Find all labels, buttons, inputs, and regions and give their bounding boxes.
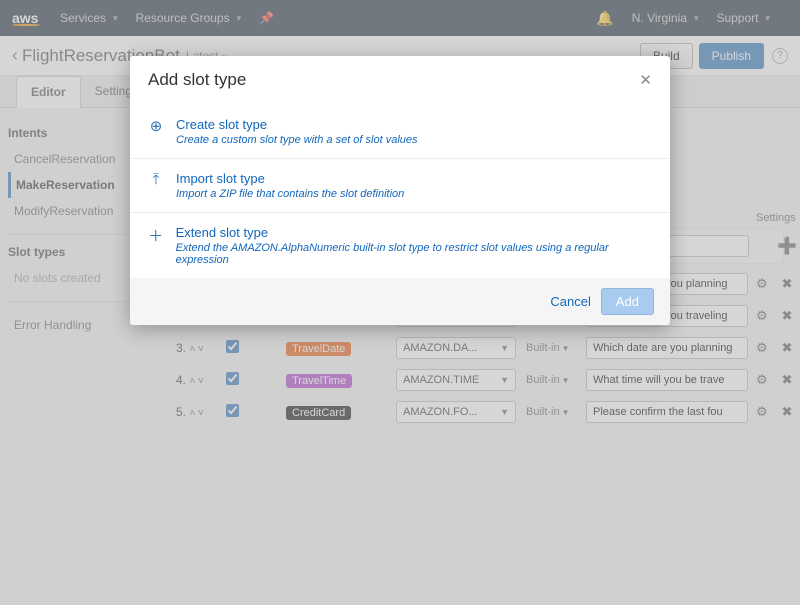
modal-overlay: Add slot type ✕ ⊕ Create slot type Creat…	[0, 0, 800, 605]
add-slot-type-modal: Add slot type ✕ ⊕ Create slot type Creat…	[130, 56, 670, 325]
cancel-button[interactable]: Cancel	[550, 288, 590, 315]
modal-option[interactable]: ⤒ Import slot type Import a ZIP file tha…	[130, 159, 670, 213]
modal-title: Add slot type	[148, 70, 246, 90]
upload-icon: ⤒	[148, 171, 164, 200]
modal-option[interactable]: ⊕ Create slot type Create a custom slot …	[130, 105, 670, 159]
modal-option-desc: Extend the AMAZON.AlphaNumeric built-in …	[176, 242, 652, 266]
modal-option[interactable]: ＋ Extend slot type Extend the AMAZON.Alp…	[130, 213, 670, 278]
modal-option-title[interactable]: Extend slot type	[176, 225, 652, 240]
modal-option-desc: Import a ZIP file that contains the slot…	[176, 188, 404, 200]
plus-icon: ＋	[148, 225, 164, 266]
modal-option-title[interactable]: Create slot type	[176, 117, 418, 132]
close-icon[interactable]: ✕	[639, 71, 652, 89]
modal-option-desc: Create a custom slot type with a set of …	[176, 134, 418, 146]
modal-option-title[interactable]: Import slot type	[176, 171, 404, 186]
plus-circle-icon: ⊕	[148, 117, 164, 146]
add-button[interactable]: Add	[601, 288, 654, 315]
